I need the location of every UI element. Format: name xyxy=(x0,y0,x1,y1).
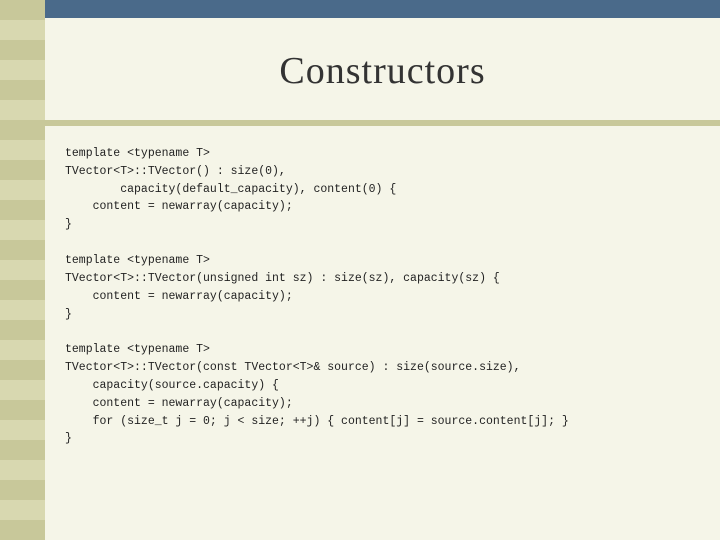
code-line: for (size_t j = 0; j < size; ++j) { cont… xyxy=(65,413,695,431)
title-bottom-bar xyxy=(45,120,720,126)
title-area: Constructors xyxy=(45,18,720,123)
code-line: } xyxy=(65,306,695,324)
code-line: template <typename T> xyxy=(65,252,695,270)
code-line: capacity(default_capacity), content(0) { xyxy=(65,181,695,199)
code-line: TVector<T>::TVector(const TVector<T>& so… xyxy=(65,359,695,377)
content-area: template <typename T> TVector<T>::TVecto… xyxy=(55,130,705,530)
code-block-3: template <typename T> TVector<T>::TVecto… xyxy=(65,341,695,448)
code-line: } xyxy=(65,216,695,234)
code-line: TVector<T>::TVector() : size(0), xyxy=(65,163,695,181)
code-line: TVector<T>::TVector(unsigned int sz) : s… xyxy=(65,270,695,288)
left-stripe-decoration xyxy=(0,0,45,540)
code-line: capacity(source.capacity) { xyxy=(65,377,695,395)
code-block-1: template <typename T> TVector<T>::TVecto… xyxy=(65,145,695,234)
code-block-2: template <typename T> TVector<T>::TVecto… xyxy=(65,252,695,323)
code-line: template <typename T> xyxy=(65,145,695,163)
code-line: content = newarray(capacity); xyxy=(65,288,695,306)
page-title: Constructors xyxy=(279,49,485,93)
top-bar-decoration xyxy=(45,0,720,18)
code-line: content = newarray(capacity); xyxy=(65,198,695,216)
code-line: template <typename T> xyxy=(65,341,695,359)
code-line: } xyxy=(65,430,695,448)
code-line: content = newarray(capacity); xyxy=(65,395,695,413)
